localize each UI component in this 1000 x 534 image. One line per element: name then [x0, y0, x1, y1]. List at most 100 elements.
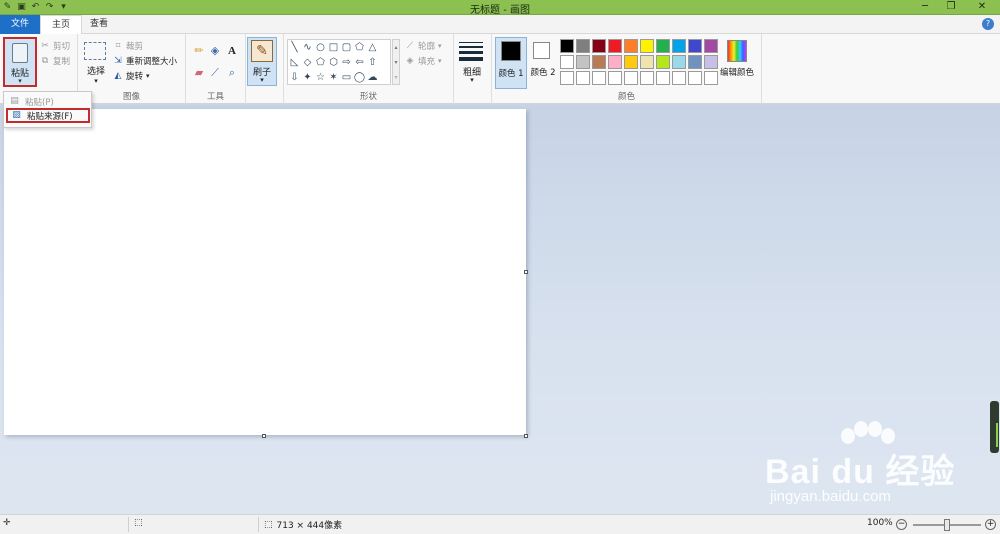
- palette-swatch[interactable]: [640, 55, 654, 69]
- shape-item[interactable]: ╲: [288, 40, 301, 55]
- zoom-out-button[interactable]: −: [896, 519, 907, 530]
- text-icon[interactable]: A: [225, 44, 239, 58]
- palette-swatch[interactable]: [608, 39, 622, 53]
- zoom-in-button[interactable]: +: [985, 519, 996, 530]
- shape-item[interactable]: ⬠: [314, 55, 327, 70]
- shape-item[interactable]: ▢: [340, 40, 353, 55]
- menu-item-paste[interactable]: ▤ 粘贴(P): [6, 94, 90, 109]
- palette-swatch[interactable]: [688, 55, 702, 69]
- color2-label: 颜色 2: [530, 68, 556, 78]
- palette-swatch[interactable]: [624, 39, 638, 53]
- shape-item[interactable]: ☁: [366, 70, 379, 85]
- tab-home[interactable]: 主页: [40, 15, 82, 35]
- zoom-slider-thumb[interactable]: [944, 519, 950, 531]
- color-picker-icon[interactable]: ⟋: [208, 66, 222, 80]
- palette-swatch[interactable]: [608, 55, 622, 69]
- palette-swatch[interactable]: [704, 71, 718, 85]
- palette-swatch[interactable]: [560, 55, 574, 69]
- help-icon[interactable]: ?: [982, 18, 994, 30]
- palette-swatch[interactable]: [672, 55, 686, 69]
- shape-item[interactable]: ◇: [301, 55, 314, 70]
- resize-handle-bottom[interactable]: [262, 434, 266, 438]
- window-title: 无标题 - 画图: [470, 5, 530, 16]
- palette-swatch[interactable]: [560, 71, 574, 85]
- palette-swatch[interactable]: [624, 55, 638, 69]
- pencil-icon[interactable]: ✏: [192, 44, 206, 58]
- palette-swatch[interactable]: [704, 55, 718, 69]
- shape-item[interactable]: ⇩: [288, 70, 301, 85]
- title-bar: ✎ ▣ ↶ ↷ ▾ 无标题 - 画图 ─ ❐ ✕: [0, 0, 1000, 16]
- crop-button[interactable]: ⌗ 裁剪: [113, 40, 143, 52]
- shape-item[interactable]: ◺: [288, 55, 301, 70]
- color2-button[interactable]: 颜色 2: [528, 37, 558, 89]
- palette-swatch[interactable]: [640, 39, 654, 53]
- copy-button[interactable]: ⧉ 复制: [40, 55, 70, 67]
- magnifier-icon[interactable]: ⌕: [225, 66, 239, 80]
- palette-swatch[interactable]: [560, 39, 574, 53]
- size-button[interactable]: 粗细 ▾: [458, 38, 486, 88]
- workspace: Bai du 经验 jingyan.baidu.com: [0, 105, 1000, 514]
- palette-swatch[interactable]: [704, 39, 718, 53]
- color1-button[interactable]: 颜色 1: [495, 37, 527, 89]
- eraser-icon[interactable]: ▰: [192, 66, 206, 80]
- shape-item[interactable]: ☆: [314, 70, 327, 85]
- palette-swatch[interactable]: [656, 39, 670, 53]
- shape-item[interactable]: ⬠: [353, 40, 366, 55]
- palette-swatch[interactable]: [592, 55, 606, 69]
- resize-button[interactable]: ⇲ 重新调整大小: [113, 55, 177, 67]
- palette-swatch[interactable]: [656, 55, 670, 69]
- shapes-scroll[interactable]: ▴ ▾ ▿: [392, 39, 400, 85]
- minimize-button[interactable]: ─: [912, 0, 938, 15]
- shape-item[interactable]: ⇦: [353, 55, 366, 70]
- tools-group-label: 工具: [206, 92, 224, 102]
- shape-item[interactable]: ✦: [301, 70, 314, 85]
- image-file-icon: ▨: [12, 110, 21, 120]
- resize-handle-corner[interactable]: [524, 434, 528, 438]
- palette-swatch[interactable]: [592, 39, 606, 53]
- clipboard-icon: [12, 43, 28, 63]
- restore-button[interactable]: ❐: [938, 0, 964, 15]
- tab-view[interactable]: 查看: [82, 15, 116, 35]
- shape-item[interactable]: ⬡: [327, 55, 340, 70]
- palette-swatch[interactable]: [576, 39, 590, 53]
- divider: [258, 517, 259, 532]
- tab-file[interactable]: 文件: [0, 15, 40, 34]
- select-button[interactable]: 选择 ▾: [82, 40, 110, 92]
- shape-item[interactable]: ⇧: [366, 55, 379, 70]
- palette-swatch[interactable]: [624, 71, 638, 85]
- fill-label: 填充: [418, 57, 436, 67]
- outline-button[interactable]: ⟋ 轮廓 ▾: [405, 40, 442, 52]
- fill-button[interactable]: ◈ 填充 ▾: [405, 55, 442, 67]
- resize-handle-right[interactable]: [524, 270, 528, 274]
- drawing-canvas[interactable]: [4, 109, 526, 435]
- brushes-button[interactable]: ✎ 刷子 ▾: [247, 37, 277, 86]
- palette-swatch[interactable]: [576, 71, 590, 85]
- rotate-button[interactable]: ◭ 旋转 ▾: [113, 70, 150, 82]
- cut-label: 剪切: [53, 42, 71, 52]
- palette-swatch[interactable]: [576, 55, 590, 69]
- menu-item-paste-from[interactable]: ▨ 粘贴来源(F): [6, 108, 90, 123]
- palette-swatch[interactable]: [672, 71, 686, 85]
- edit-colors-button[interactable]: 编辑颜色: [718, 38, 756, 90]
- palette-swatch[interactable]: [672, 39, 686, 53]
- cut-button[interactable]: ✂ 剪切: [40, 40, 70, 52]
- palette-swatch[interactable]: [656, 71, 670, 85]
- shapes-gallery[interactable]: ╲ ∿ ○ □ ▢ ⬠ △ ◺ ◇ ⬠ ⬡ ⇨ ⇦ ⇧ ⇩ ✦ ☆ ✶ ▭ ◯ ☁: [287, 39, 391, 85]
- shape-item[interactable]: ○: [314, 40, 327, 55]
- fill-bucket-icon[interactable]: ◈: [208, 44, 222, 58]
- shape-item[interactable]: ◯: [353, 70, 366, 85]
- palette-swatch[interactable]: [640, 71, 654, 85]
- palette-swatch[interactable]: [608, 71, 622, 85]
- shape-item[interactable]: △: [366, 40, 379, 55]
- shape-item[interactable]: □: [327, 40, 340, 55]
- shape-item[interactable]: ⇨: [340, 55, 353, 70]
- clipboard-icon: ▤: [10, 96, 19, 106]
- shape-item[interactable]: ∿: [301, 40, 314, 55]
- shape-item[interactable]: ✶: [327, 70, 340, 85]
- palette-swatch[interactable]: [592, 71, 606, 85]
- close-button[interactable]: ✕: [964, 0, 1000, 15]
- shape-item[interactable]: ▭: [340, 70, 353, 85]
- paste-button[interactable]: 粘贴 ▾: [3, 37, 37, 87]
- palette-swatch[interactable]: [688, 71, 702, 85]
- palette-swatch[interactable]: [688, 39, 702, 53]
